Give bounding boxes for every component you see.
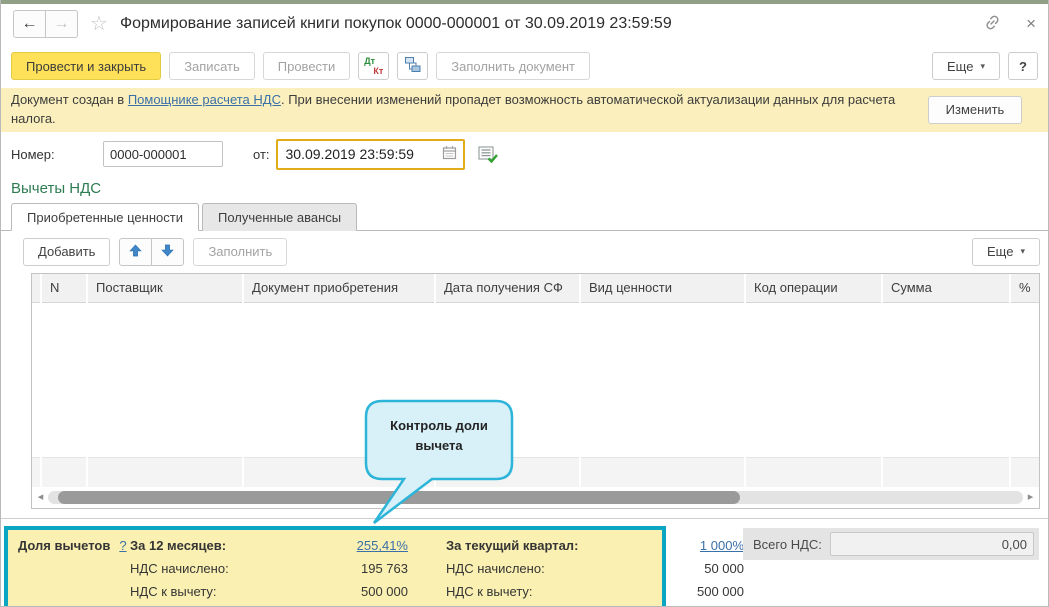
column-header-invoice-date[interactable]: Дата получения СФ xyxy=(434,273,580,304)
more-button-top[interactable]: Еще ▾ xyxy=(932,52,1000,80)
tab-content: Добавить Заполнить Еще ▾ N Поставщик Док… xyxy=(1,229,1048,520)
column-header-n[interactable]: N xyxy=(40,273,87,304)
chevron-down-icon: ▾ xyxy=(980,60,985,71)
scroll-right-arrow[interactable]: ▸ xyxy=(1026,492,1035,503)
move-up-button[interactable] xyxy=(119,237,153,266)
deduction-help-link[interactable]: ? xyxy=(119,538,126,553)
vat-deducted-12m-value: 500 000 xyxy=(361,584,408,600)
share-12m-link[interactable]: 255,41% xyxy=(357,538,408,553)
table-header-row: N Поставщик Документ приобретения Дата п… xyxy=(32,273,1039,304)
more-button-grid[interactable]: Еще ▾ xyxy=(972,237,1040,266)
total-vat-label: Всего НДС: xyxy=(753,536,822,552)
tab-acquired-values[interactable]: Приобретенные ценности xyxy=(11,202,199,231)
save-button[interactable]: Записать xyxy=(169,52,255,80)
row-marker-column-header xyxy=(32,273,41,304)
get-link-icon[interactable] xyxy=(983,13,1002,35)
vat-accrued-quarter-value: 50 000 xyxy=(704,561,744,577)
vat-deducted-quarter-value: 500 000 xyxy=(697,584,744,600)
document-header-fields: Номер: от: xyxy=(1,132,1048,177)
section-title: Вычеты НДС xyxy=(11,179,102,197)
column-header-amount[interactable]: Сумма xyxy=(881,273,1010,304)
deduction-share-panel: Доля вычетов ? За 12 месяцев: 255,41% За… xyxy=(4,526,744,606)
vat-assistant-link[interactable]: Помощнике расчета НДС xyxy=(128,92,281,107)
scroll-thumb[interactable] xyxy=(57,491,741,505)
table-totals-row xyxy=(32,457,1039,488)
window-title: Формирование записей книги покупок 0000-… xyxy=(119,15,672,32)
column-header-operation-code[interactable]: Код операции xyxy=(744,273,882,304)
fill-document-button[interactable]: Заполнить документ xyxy=(436,52,591,80)
move-buttons xyxy=(119,237,185,266)
notification-banner: Документ создан в Помощнике расчета НДС.… xyxy=(1,88,1048,132)
post-button[interactable]: Провести xyxy=(262,52,351,80)
forward-button[interactable]: → xyxy=(46,10,78,38)
scroll-left-arrow[interactable]: ◂ xyxy=(36,492,45,503)
date-label: от: xyxy=(253,146,270,162)
tab-strip: Приобретенные ценности Полученные авансы xyxy=(1,202,1048,231)
document-structure-button[interactable] xyxy=(397,52,429,80)
back-arrow-icon: ← xyxy=(21,15,38,32)
table-body-empty[interactable] xyxy=(32,302,1039,458)
document-posted-icon xyxy=(477,145,499,164)
deduction-panel-title: Доля вычетов xyxy=(18,538,111,554)
calendar-icon[interactable] xyxy=(442,145,457,163)
forward-arrow-icon: → xyxy=(53,15,70,32)
command-bar: Провести и закрыть Записать Провести Дт К… xyxy=(1,44,1048,88)
fill-button[interactable]: Заполнить xyxy=(193,237,288,266)
scroll-track[interactable] xyxy=(48,491,1023,505)
window-header: ← → ☆ Формирование записей книги покупок… xyxy=(1,4,1048,44)
arrow-down-icon xyxy=(161,244,175,260)
dtkt-icon: Дт Кт xyxy=(364,55,384,76)
total-vat-strip: Всего НДС: 0,00 xyxy=(743,528,1039,561)
show-postings-button[interactable]: Дт Кт xyxy=(358,52,390,80)
close-icon[interactable]: × xyxy=(1026,14,1036,34)
period-12m-label: За 12 месяцев: xyxy=(130,538,227,554)
move-down-button[interactable] xyxy=(152,237,185,266)
structure-icon xyxy=(404,56,421,76)
vat-accrued-12m-label: НДС начислено: xyxy=(130,561,229,577)
banner-text: Документ создан в Помощнике расчета НДС.… xyxy=(11,91,916,129)
favorite-star-icon[interactable]: ☆ xyxy=(90,14,108,34)
purchases-table: N Поставщик Документ приобретения Дата п… xyxy=(31,272,1040,510)
banner-text-before: Документ создан в xyxy=(11,92,128,107)
period-quarter-label: За текущий квартал: xyxy=(446,538,579,554)
date-field-wrapper xyxy=(275,138,465,170)
column-header-acquisition-document[interactable]: Документ приобретения xyxy=(242,273,435,304)
nav-history-buttons: ← → xyxy=(13,10,78,38)
number-label: Номер: xyxy=(11,146,55,162)
share-quarter-link[interactable]: 1 000% xyxy=(700,538,744,553)
arrow-up-icon xyxy=(129,244,143,260)
change-button[interactable]: Изменить xyxy=(928,95,1022,124)
vat-deducted-12m-label: НДС к вычету: xyxy=(130,584,217,600)
date-input[interactable] xyxy=(283,145,436,164)
footer-area: Доля вычетов ? За 12 месяцев: 255,41% За… xyxy=(1,519,1048,606)
total-vat-field: 0,00 xyxy=(829,532,1034,557)
column-header-value-type[interactable]: Вид ценности xyxy=(579,273,745,304)
column-header-percent[interactable]: % xyxy=(1009,273,1039,304)
vat-accrued-12m-value: 195 763 xyxy=(361,561,408,577)
number-input[interactable] xyxy=(103,141,223,168)
back-button[interactable]: ← xyxy=(13,10,46,38)
chevron-down-icon: ▾ xyxy=(1020,246,1025,257)
post-and-close-button[interactable]: Провести и закрыть xyxy=(11,52,162,80)
header-right-controls: × xyxy=(983,13,1036,35)
tab-received-advances[interactable]: Полученные авансы xyxy=(201,202,358,231)
vat-deducted-quarter-label: НДС к вычету: xyxy=(446,584,533,600)
document-window: ← → ☆ Формирование записей книги покупок… xyxy=(0,0,1049,607)
column-header-supplier[interactable]: Поставщик xyxy=(86,273,243,304)
horizontal-scrollbar: ◂ ▸ xyxy=(36,489,1035,506)
vat-accrued-quarter-label: НДС начислено: xyxy=(446,561,545,577)
table-toolbar: Добавить Заполнить Еще ▾ xyxy=(23,237,1040,266)
help-button[interactable]: ? xyxy=(1008,52,1038,80)
add-button[interactable]: Добавить xyxy=(23,237,111,266)
